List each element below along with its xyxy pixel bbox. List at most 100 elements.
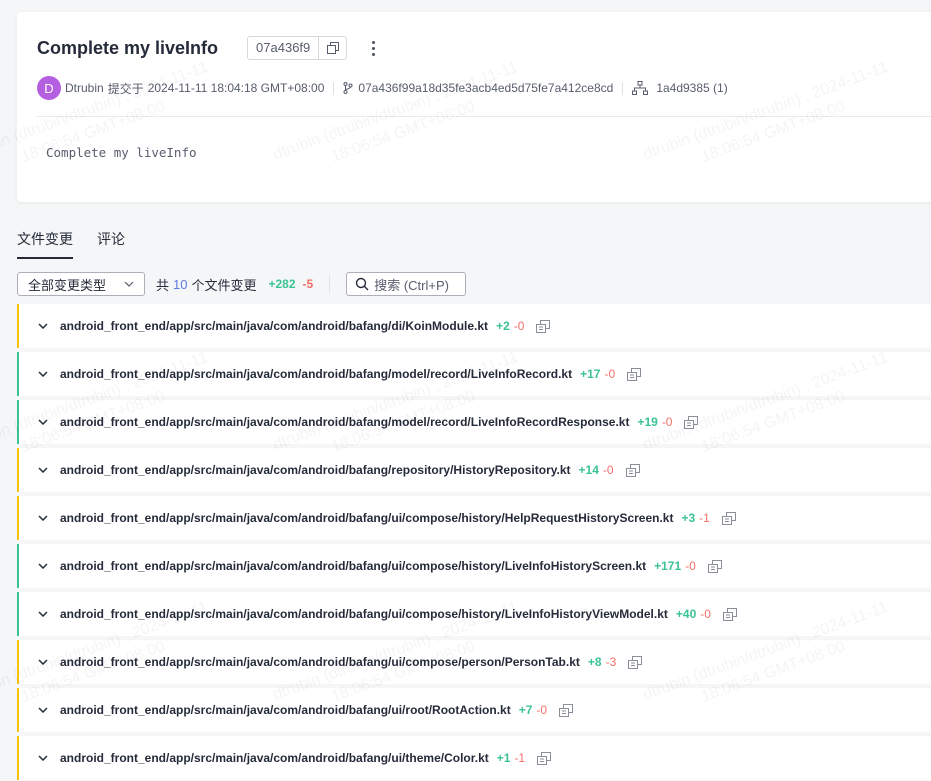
avatar[interactable]: D	[37, 76, 61, 100]
change-type-label: 全部变更类型	[28, 277, 107, 293]
file-row[interactable]: android_front_end/app/src/main/java/com/…	[17, 736, 931, 780]
change-summary: 共 10 个文件变更 +282 -5	[156, 275, 313, 294]
branch-icon	[343, 82, 353, 94]
file-additions: +8	[587, 655, 602, 669]
divider	[333, 81, 335, 95]
commit-card: Complete my liveInfo 07a436f9 D Dtrubin …	[17, 12, 931, 202]
copy-icon[interactable]	[722, 607, 737, 621]
change-status-bar	[17, 448, 19, 492]
summary-suffix: 个文件变更	[191, 277, 257, 293]
change-status-bar	[17, 736, 19, 780]
file-row[interactable]: android_front_end/app/src/main/java/com/…	[17, 640, 931, 684]
total-additions: +282	[268, 277, 296, 291]
summary-prefix: 共	[156, 277, 170, 293]
change-status-bar	[17, 592, 19, 636]
file-search-input[interactable]: 搜索 (Ctrl+P)	[346, 272, 467, 296]
file-additions: +40	[675, 607, 697, 621]
divider	[329, 275, 331, 293]
chevron-down-icon[interactable]	[38, 323, 50, 329]
file-additions: +1	[496, 751, 511, 765]
full-commit-hash[interactable]: 07a436f99a18d35fe3acb4ed5d75fe7a412ce8cd	[358, 81, 613, 95]
file-path[interactable]: android_front_end/app/src/main/java/com/…	[60, 319, 488, 333]
file-additions: +14	[578, 463, 599, 477]
parent-commit[interactable]: 1a4d9385 (1)	[656, 81, 727, 95]
search-placeholder: 搜索 (Ctrl+P)	[374, 277, 449, 293]
file-path[interactable]: android_front_end/app/src/main/java/com/…	[60, 415, 629, 429]
total-deletions: -5	[302, 277, 314, 291]
chevron-down-icon[interactable]	[38, 515, 50, 521]
divider	[622, 81, 624, 95]
chevron-down-icon[interactable]	[38, 707, 50, 713]
search-icon	[356, 277, 369, 291]
copy-icon	[326, 42, 339, 54]
chevron-down-icon	[124, 281, 134, 287]
copy-icon[interactable]	[684, 415, 699, 429]
tab-bar: 文件变更 评论	[17, 229, 125, 259]
author-name[interactable]: Dtrubin	[65, 81, 104, 95]
file-deletions: -0	[536, 703, 548, 717]
copy-icon[interactable]	[536, 319, 551, 333]
change-status-bar	[17, 496, 19, 540]
chevron-down-icon[interactable]	[38, 755, 50, 761]
file-path[interactable]: android_front_end/app/src/main/java/com/…	[60, 655, 580, 669]
commit-title: Complete my liveInfo	[37, 37, 219, 58]
file-row[interactable]: android_front_end/app/src/main/java/com/…	[17, 304, 931, 348]
chevron-down-icon[interactable]	[38, 371, 50, 377]
file-path[interactable]: android_front_end/app/src/main/java/com/…	[60, 367, 572, 381]
chevron-down-icon[interactable]	[38, 659, 50, 665]
copy-icon[interactable]	[627, 367, 642, 381]
file-path[interactable]: android_front_end/app/src/main/java/com/…	[60, 703, 511, 717]
file-additions: +17	[580, 367, 601, 381]
file-row[interactable]: android_front_end/app/src/main/java/com/…	[17, 496, 931, 540]
file-additions: +7	[518, 703, 533, 717]
file-toolbar: 全部变更类型 共 10 个文件变更 +282 -5 搜索 (Ctrl+P)	[17, 272, 467, 296]
tree-icon	[632, 81, 649, 95]
commit-short-hash[interactable]: 07a436f9	[248, 37, 318, 59]
file-row[interactable]: android_front_end/app/src/main/java/com/…	[17, 688, 931, 732]
file-deletions: -3	[605, 655, 617, 669]
file-path[interactable]: android_front_end/app/src/main/java/com/…	[60, 511, 673, 525]
change-status-bar	[17, 352, 19, 396]
commit-hash-box: 07a436f9	[247, 36, 348, 60]
title-row: Complete my liveInfo 07a436f9	[37, 36, 381, 60]
file-deletions: -0	[685, 559, 696, 573]
file-additions: +171	[654, 559, 682, 573]
divider	[37, 116, 931, 117]
file-path[interactable]: android_front_end/app/src/main/java/com/…	[60, 751, 489, 765]
file-path[interactable]: android_front_end/app/src/main/java/com/…	[60, 559, 646, 573]
change-status-bar	[17, 544, 19, 588]
file-row[interactable]: android_front_end/app/src/main/java/com/…	[17, 592, 931, 636]
copy-icon[interactable]	[721, 511, 736, 525]
change-status-bar	[17, 304, 19, 348]
change-status-bar	[17, 400, 19, 444]
commit-message: Complete my liveInfo	[46, 145, 197, 160]
change-type-select[interactable]: 全部变更类型	[17, 272, 145, 296]
file-row[interactable]: android_front_end/app/src/main/java/com/…	[17, 400, 931, 444]
change-status-bar	[17, 688, 19, 732]
file-deletions: -0	[700, 607, 711, 621]
copy-icon[interactable]	[625, 463, 640, 477]
file-additions: +3	[681, 511, 696, 525]
chevron-down-icon[interactable]	[38, 419, 50, 425]
file-list: android_front_end/app/src/main/java/com/…	[17, 304, 931, 781]
file-row[interactable]: android_front_end/app/src/main/java/com/…	[17, 352, 931, 396]
chevron-down-icon[interactable]	[38, 467, 50, 473]
file-deletions: -1	[514, 751, 526, 765]
commit-date: 2024-11-11 18:04:18 GMT+08:00	[147, 81, 325, 95]
file-deletions: -0	[604, 367, 616, 381]
copy-icon[interactable]	[559, 703, 574, 717]
chevron-down-icon[interactable]	[38, 611, 50, 617]
copy-icon[interactable]	[537, 751, 552, 765]
copy-hash-button[interactable]	[318, 37, 346, 59]
copy-icon[interactable]	[628, 655, 643, 669]
tab-comments[interactable]: 评论	[97, 229, 125, 259]
file-path[interactable]: android_front_end/app/src/main/java/com/…	[60, 463, 571, 477]
file-row[interactable]: android_front_end/app/src/main/java/com/…	[17, 544, 931, 588]
copy-icon[interactable]	[707, 559, 722, 573]
file-row[interactable]: android_front_end/app/src/main/java/com/…	[17, 448, 931, 492]
tab-file-changes[interactable]: 文件变更	[17, 229, 73, 259]
chevron-down-icon[interactable]	[38, 563, 50, 569]
file-path[interactable]: android_front_end/app/src/main/java/com/…	[60, 607, 668, 621]
file-deletions: -0	[602, 463, 614, 477]
more-vertical-icon[interactable]	[365, 38, 381, 58]
